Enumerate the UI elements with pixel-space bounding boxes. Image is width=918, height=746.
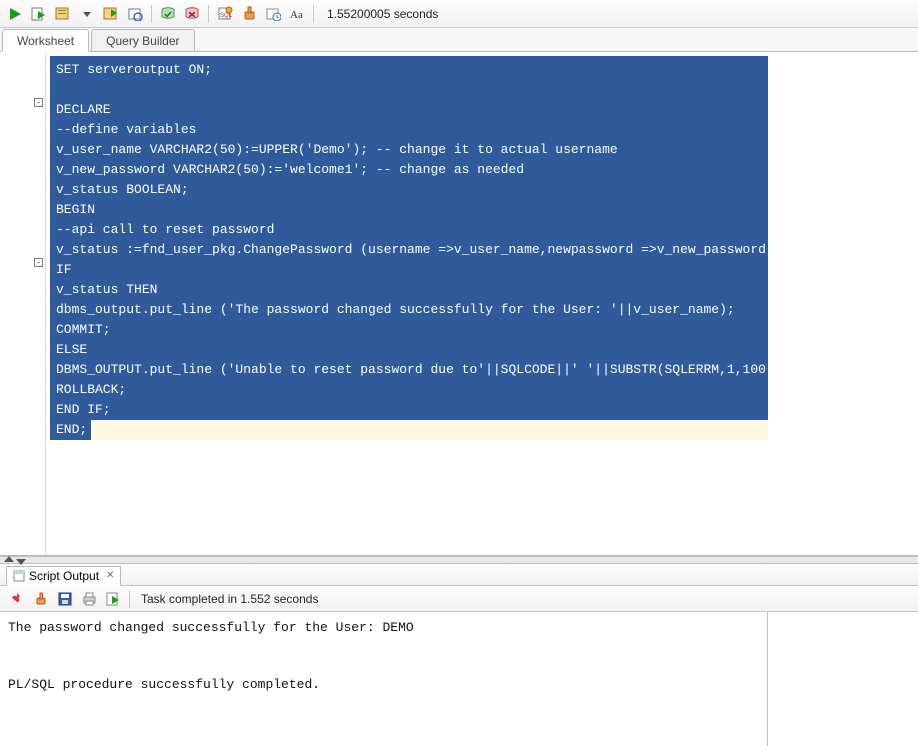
run-script-icon[interactable] <box>28 3 50 25</box>
close-icon[interactable]: ✕ <box>106 570 114 581</box>
toolbar-separator <box>151 5 152 23</box>
sql-history-icon[interactable] <box>262 3 284 25</box>
tab-script-output[interactable]: Script Output ✕ <box>6 566 121 586</box>
execution-time-label: 1.55200005 seconds <box>327 7 438 21</box>
output-toolbar: Task completed in 1.552 seconds <box>0 586 918 612</box>
code-area[interactable]: SET serveroutput ON; DECLARE--define var… <box>46 52 918 555</box>
code-editor[interactable]: - - SET serveroutput ON; DECLARE--define… <box>0 52 918 556</box>
svg-text:Aa: Aa <box>290 9 303 21</box>
rollback-icon[interactable] <box>181 3 203 25</box>
sql-tuning-icon[interactable] <box>124 3 146 25</box>
task-status-label: Task completed in 1.552 seconds <box>141 592 318 606</box>
code-last-line[interactable]: END; <box>50 420 768 440</box>
tab-query-builder[interactable]: Query Builder <box>91 29 194 51</box>
editor-gutter: - - <box>0 52 46 555</box>
toolbar-separator <box>208 5 209 23</box>
output-body[interactable]: The password changed successfully for th… <box>0 612 768 746</box>
pane-splitter[interactable] <box>0 556 918 564</box>
clear-icon[interactable] <box>238 3 260 25</box>
script-output-icon <box>13 570 25 582</box>
run-icon[interactable] <box>4 3 26 25</box>
fold-toggle-icon[interactable]: - <box>34 258 43 267</box>
pin-icon[interactable] <box>6 588 28 610</box>
output-tabbar: Script Output ✕ <box>0 564 918 586</box>
editor-tabbar: Worksheet Query Builder <box>0 28 918 52</box>
toolbar-separator <box>313 5 314 23</box>
main-toolbar: SQL Aa 1.55200005 seconds <box>0 0 918 28</box>
svg-text:SQL: SQL <box>220 13 233 19</box>
save-icon[interactable] <box>54 588 76 610</box>
commit-icon[interactable] <box>157 3 179 25</box>
script-output-label: Script Output <box>29 569 99 583</box>
explain-plan-icon[interactable] <box>52 3 74 25</box>
output-run-icon[interactable] <box>102 588 124 610</box>
code-text[interactable]: SET serveroutput ON; DECLARE--define var… <box>50 56 768 420</box>
clear-icon[interactable] <box>30 588 52 610</box>
case-icon[interactable]: Aa <box>286 3 308 25</box>
autotrace-icon[interactable] <box>100 3 122 25</box>
unshared-worksheet-icon[interactable]: SQL <box>214 3 236 25</box>
dropdown-arrow-icon[interactable] <box>76 3 98 25</box>
toolbar-separator <box>129 590 130 608</box>
fold-toggle-icon[interactable]: - <box>34 98 43 107</box>
tab-worksheet[interactable]: Worksheet <box>2 29 89 51</box>
print-icon[interactable] <box>78 588 100 610</box>
